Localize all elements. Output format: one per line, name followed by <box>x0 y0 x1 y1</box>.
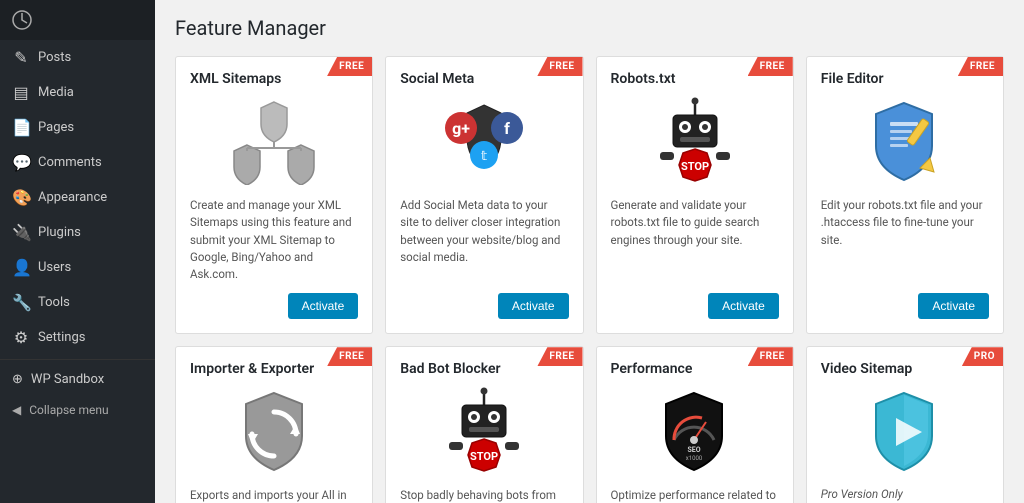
feature-badge-importer-exporter: FREE <box>327 347 372 366</box>
sidebar-label-collapse: Collapse menu <box>29 403 108 417</box>
activate-button-xml-sitemaps[interactable]: Activate <box>288 293 359 319</box>
comments-icon: 💬 <box>12 153 30 172</box>
users-icon: 👤 <box>12 258 30 277</box>
feature-icon-bad-bot-blocker: STOP <box>400 387 568 477</box>
main-content: Feature Manager XML Sitemaps FREE Create… <box>155 0 1024 503</box>
sidebar-label-wp-sandbox: WP Sandbox <box>31 372 104 387</box>
feature-title-performance: Performance <box>611 361 733 377</box>
svg-text:STOP: STOP <box>681 160 709 173</box>
svg-text:g+: g+ <box>452 119 470 138</box>
feature-desc-performance: Optimize performance related to SEO and … <box>611 487 779 503</box>
feature-title-xml-sitemaps: XML Sitemaps <box>190 71 321 87</box>
appearance-icon: 🎨 <box>12 188 30 207</box>
feature-card-performance: Performance FREE SEO x1000 Optimize perf… <box>596 346 794 503</box>
feature-desc-robots-txt: Generate and validate your robots.txt fi… <box>611 197 779 283</box>
activate-button-robots-txt[interactable]: Activate <box>708 293 779 319</box>
feature-card-xml-sitemaps: XML Sitemaps FREE Create and manage your… <box>175 56 373 334</box>
features-grid: XML Sitemaps FREE Create and manage your… <box>175 56 1004 503</box>
feature-title-social-meta: Social Meta <box>400 71 514 87</box>
feature-title-bad-bot-blocker: Bad Bot Blocker <box>400 361 540 377</box>
feature-icon-importer-exporter <box>190 387 358 477</box>
feature-icon-file-editor <box>821 97 989 187</box>
sidebar-item-settings[interactable]: ⚙ Settings <box>0 320 155 355</box>
feature-card-robots-txt: Robots.txt FREE STOP <box>596 56 794 334</box>
sidebar-item-posts[interactable]: ✎ Posts <box>0 40 155 75</box>
feature-icon-xml-sitemaps <box>190 97 358 187</box>
plugins-icon: 🔌 <box>12 223 30 242</box>
sidebar-label-appearance: Appearance <box>38 190 107 205</box>
sidebar-item-appearance[interactable]: 🎨 Appearance <box>0 180 155 215</box>
pages-icon: 📄 <box>12 118 30 137</box>
feature-card-video-sitemap: Video Sitemap PRO Pro Version Only <box>806 346 1004 503</box>
sidebar-item-pages[interactable]: 📄 Pages <box>0 110 155 145</box>
sidebar-label-plugins: Plugins <box>38 225 81 240</box>
sidebar-item-tools[interactable]: 🔧 Tools <box>0 285 155 320</box>
sidebar-label-settings: Settings <box>38 330 85 345</box>
feature-card-social-meta: Social Meta FREE g+ 𝕥 f Add Social Meta … <box>385 56 583 334</box>
svg-text:x1000: x1000 <box>686 455 703 462</box>
feature-badge-robots-txt: FREE <box>748 57 793 76</box>
collapse-icon: ◀ <box>12 403 21 417</box>
posts-icon: ✎ <box>12 48 30 67</box>
sidebar-label-posts: Posts <box>38 50 71 65</box>
activate-button-social-meta[interactable]: Activate <box>498 293 569 319</box>
sidebar-label-pages: Pages <box>38 120 74 135</box>
svg-text:f: f <box>505 119 511 138</box>
wp-sandbox-icon: ⊕ <box>12 372 23 387</box>
feature-title-robots-txt: Robots.txt <box>611 71 716 87</box>
sidebar-item-wp-sandbox[interactable]: ⊕ WP Sandbox <box>0 364 155 395</box>
feature-badge-file-editor: FREE <box>958 57 1003 76</box>
sidebar-item-plugins[interactable]: 🔌 Plugins <box>0 215 155 250</box>
feature-icon-social-meta: g+ 𝕥 f <box>400 97 568 187</box>
feature-icon-robots-txt: STOP <box>611 97 779 187</box>
feature-title-video-sitemap: Video Sitemap <box>821 361 953 377</box>
svg-text:𝕥: 𝕥 <box>481 149 487 164</box>
sidebar: ✎ Posts ▤ Media 📄 Pages 💬 Comments 🎨 App… <box>0 0 155 503</box>
feature-icon-video-sitemap <box>821 387 989 477</box>
sidebar-item-media[interactable]: ▤ Media <box>0 75 155 110</box>
feature-desc-importer-exporter: Exports and imports your All in One SEO … <box>190 487 358 503</box>
sidebar-label-comments: Comments <box>38 155 102 170</box>
feature-badge-social-meta: FREE <box>537 57 582 76</box>
feature-badge-video-sitemap: PRO <box>962 347 1003 366</box>
feature-title-file-editor: File Editor <box>821 71 924 87</box>
media-icon: ▤ <box>12 83 30 102</box>
feature-icon-performance: SEO x1000 <box>611 387 779 477</box>
sidebar-label-users: Users <box>38 260 71 275</box>
feature-desc-social-meta: Add Social Meta data to your site to del… <box>400 197 568 283</box>
activate-button-file-editor[interactable]: Activate <box>918 293 989 319</box>
svg-text:STOP: STOP <box>470 450 498 463</box>
sidebar-collapse-button[interactable]: ◀ Collapse menu <box>0 395 155 425</box>
sidebar-label-media: Media <box>38 85 74 100</box>
feature-desc-xml-sitemaps: Create and manage your XML Sitemaps usin… <box>190 197 358 283</box>
feature-card-file-editor: File Editor FREE Edit your robots.txt fi… <box>806 56 1004 334</box>
sidebar-label-tools: Tools <box>38 295 70 310</box>
feature-desc-file-editor: Edit your robots.txt file and your .htac… <box>821 197 989 283</box>
feature-badge-performance: FREE <box>748 347 793 366</box>
svg-text:SEO: SEO <box>688 446 701 454</box>
feature-badge-bad-bot-blocker: FREE <box>537 347 582 366</box>
sidebar-divider <box>0 359 155 360</box>
feature-card-bad-bot-blocker: Bad Bot Blocker FREE STOP <box>385 346 583 503</box>
pro-only-label-video-sitemap: Pro Version Only <box>821 487 903 501</box>
feature-card-importer-exporter: Importer & Exporter FREE Exports and imp… <box>175 346 373 503</box>
sidebar-item-users[interactable]: 👤 Users <box>0 250 155 285</box>
settings-icon: ⚙ <box>12 328 30 347</box>
sidebar-item-comments[interactable]: 💬 Comments <box>0 145 155 180</box>
sidebar-logo <box>0 0 155 40</box>
feature-badge-xml-sitemaps: FREE <box>327 57 372 76</box>
page-title: Feature Manager <box>175 16 1004 40</box>
feature-desc-bad-bot-blocker: Stop badly behaving bots from slowing do… <box>400 487 568 503</box>
tools-icon: 🔧 <box>12 293 30 312</box>
